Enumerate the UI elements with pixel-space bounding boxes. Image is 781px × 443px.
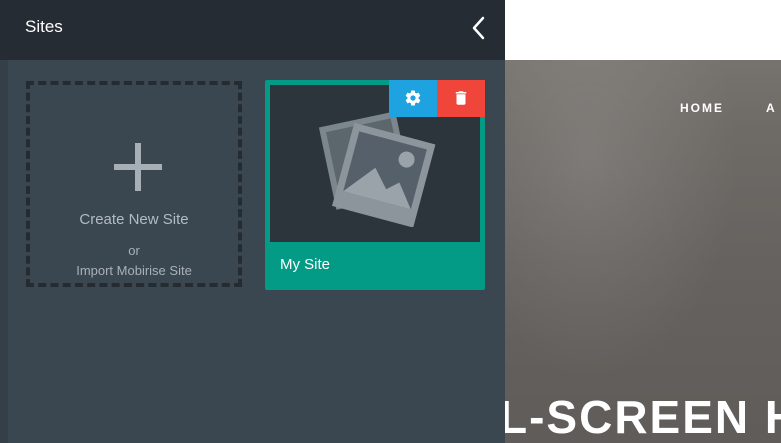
site-delete-button[interactable]	[437, 80, 485, 117]
preview-nav: HOME A	[680, 101, 781, 115]
or-label: or	[128, 243, 140, 258]
create-new-site-label: Create New Site	[79, 211, 189, 228]
site-name: My Site	[280, 256, 331, 273]
photos-icon	[318, 107, 438, 228]
chevron-left-icon[interactable]	[466, 14, 494, 42]
preview-nav-home[interactable]: HOME	[680, 101, 724, 115]
preview-topbar	[505, 0, 781, 60]
panel-title: Sites	[25, 17, 63, 36]
sites-panel: Sites Create New Site or Import Mobirise…	[0, 0, 505, 443]
panel-edge	[0, 0, 8, 443]
trash-icon	[455, 91, 467, 105]
plus-icon	[114, 143, 162, 191]
panel-header: Sites	[0, 0, 505, 60]
create-new-site-card[interactable]: Create New Site or Import Mobirise Site	[26, 81, 242, 287]
gear-icon	[405, 90, 421, 106]
preview-hero-image	[505, 60, 781, 443]
site-settings-button[interactable]	[389, 80, 437, 117]
site-preview: HOME A L-SCREEN HI	[505, 0, 781, 443]
import-site-link[interactable]: Import Mobirise Site	[30, 263, 238, 278]
preview-headline: L-SCREEN HI	[505, 391, 781, 443]
preview-nav-about[interactable]: A	[766, 101, 777, 115]
